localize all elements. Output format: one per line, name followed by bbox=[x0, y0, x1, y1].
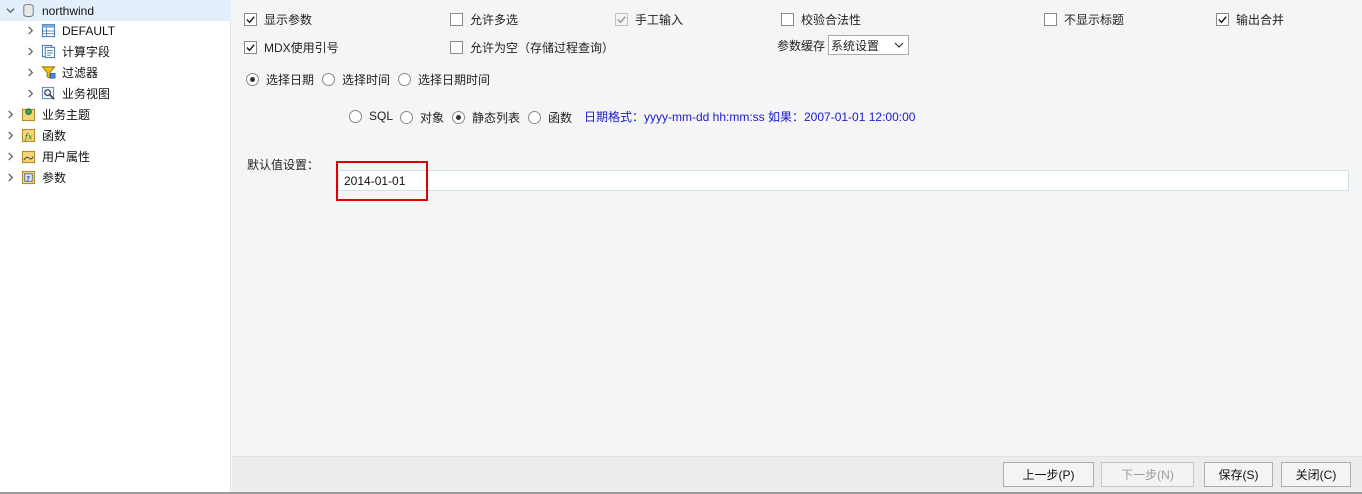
chevron-right-icon[interactable] bbox=[4, 109, 16, 121]
param-cache-select[interactable]: 系统设置 bbox=[828, 35, 909, 55]
save-button[interactable]: 保存(S) bbox=[1204, 462, 1273, 487]
source-radio-function[interactable]: 函数 bbox=[528, 109, 572, 126]
allow-empty-checkbox[interactable]: 允许为空（存储过程查询） bbox=[450, 39, 614, 56]
svg-text:fx: fx bbox=[23, 132, 32, 142]
tree-item-northwind[interactable]: northwind bbox=[0, 0, 231, 21]
radio-circle[interactable] bbox=[322, 73, 335, 86]
radio-circle[interactable] bbox=[452, 111, 465, 124]
mdx-quote-checkbox[interactable]: MDX使用引号 bbox=[244, 39, 339, 56]
param-settings-panel: 显示参数 允许多选 手工输入 校验合法性 不显示标题 输出合并 MDX使用引号 bbox=[232, 0, 1362, 456]
chevron-right-icon[interactable] bbox=[24, 67, 36, 79]
next-button[interactable]: 下一步(N) bbox=[1101, 462, 1194, 487]
database-icon bbox=[20, 3, 36, 19]
param-cache-label: 参数缓存 bbox=[777, 38, 826, 53]
svg-text:?: ? bbox=[26, 174, 30, 182]
filter-icon bbox=[40, 65, 56, 81]
show-param-checkbox[interactable]: 显示参数 bbox=[244, 11, 312, 28]
tree-item-label: DEFAULT bbox=[62, 23, 116, 38]
chevron-right-icon[interactable] bbox=[24, 88, 36, 100]
tree-item-param[interactable]: ? 参数 bbox=[0, 167, 231, 188]
footer-button-bar: 上一步(P) 下一步(N) 保存(S) 关闭(C) bbox=[232, 456, 1362, 494]
hide-title-checkbox[interactable]: 不显示标题 bbox=[1044, 11, 1124, 28]
chevron-right-icon[interactable] bbox=[4, 172, 16, 184]
checkbox-box[interactable] bbox=[1044, 13, 1057, 26]
date-format-hint: 日期格式：yyyy-mm-dd hh:mm:ss 如果：2007-01-01 1… bbox=[584, 109, 916, 124]
source-radio-sql[interactable]: SQL bbox=[349, 109, 393, 123]
tree-item-label: 参数 bbox=[42, 171, 67, 185]
chevron-down-icon[interactable] bbox=[4, 5, 16, 17]
checkbox-box[interactable] bbox=[450, 13, 463, 26]
tree-item-label: 过滤器 bbox=[62, 66, 99, 80]
tree-item-label: 用户属性 bbox=[42, 150, 91, 164]
user-attr-icon bbox=[20, 149, 36, 165]
tree-item-label: 业务主题 bbox=[42, 108, 91, 122]
tree-item-business-topic[interactable]: 业务主题 bbox=[0, 104, 231, 125]
radio-circle[interactable] bbox=[349, 109, 362, 123]
validate-checkbox[interactable]: 校验合法性 bbox=[781, 11, 861, 28]
checkbox-box[interactable] bbox=[244, 13, 257, 26]
default-value-label: 默认值设置： bbox=[247, 157, 320, 172]
allow-multi-checkbox[interactable]: 允许多选 bbox=[450, 11, 518, 28]
checkbox-box[interactable] bbox=[781, 13, 794, 26]
tree-item-user-attr[interactable]: 用户属性 bbox=[0, 146, 231, 167]
default-value-input[interactable] bbox=[338, 170, 1349, 191]
chevron-right-icon[interactable] bbox=[4, 130, 16, 142]
manual-input-checkbox[interactable]: 手工输入 bbox=[615, 11, 683, 28]
tree-item-filter[interactable]: 过滤器 bbox=[0, 62, 231, 83]
date-mode-radio-date[interactable]: 选择日期 bbox=[246, 71, 314, 88]
param-cache-value: 系统设置 bbox=[831, 38, 880, 53]
sidebar-tree: northwind DEFAULT 计算字段 过滤器 业务视图 业务主题 fx … bbox=[0, 0, 231, 494]
date-mode-radio-time[interactable]: 选择时间 bbox=[322, 71, 390, 88]
source-radio-static-list[interactable]: 静态列表 bbox=[452, 109, 520, 126]
calc-field-icon bbox=[40, 44, 56, 60]
merge-output-checkbox[interactable]: 输出合并 bbox=[1216, 11, 1284, 28]
tree-item-label: northwind bbox=[42, 3, 95, 18]
chevron-right-icon[interactable] bbox=[4, 151, 16, 163]
tree-item-label: 函数 bbox=[42, 129, 67, 143]
tree-item-label: 业务视图 bbox=[62, 87, 111, 101]
chevron-right-icon[interactable] bbox=[24, 46, 36, 58]
prev-button[interactable]: 上一步(P) bbox=[1003, 462, 1094, 487]
chevron-down-icon bbox=[894, 42, 904, 48]
business-view-icon bbox=[40, 86, 56, 102]
function-icon: fx bbox=[20, 128, 36, 144]
tree-item-function[interactable]: fx 函数 bbox=[0, 125, 231, 146]
table-icon bbox=[40, 23, 56, 39]
chevron-right-icon[interactable] bbox=[24, 25, 36, 37]
radio-circle[interactable] bbox=[400, 111, 413, 124]
tree-item-label: 计算字段 bbox=[62, 45, 111, 59]
source-radio-object[interactable]: 对象 bbox=[400, 109, 444, 126]
radio-circle[interactable] bbox=[246, 73, 259, 86]
tree-item-default[interactable]: DEFAULT bbox=[0, 20, 231, 41]
tree-item-calc-field[interactable]: 计算字段 bbox=[0, 41, 231, 62]
checkbox-box[interactable] bbox=[450, 41, 463, 54]
date-mode-radio-datetime[interactable]: 选择日期时间 bbox=[398, 71, 490, 88]
window: northwind DEFAULT 计算字段 过滤器 业务视图 业务主题 fx … bbox=[0, 0, 1362, 494]
radio-circle[interactable] bbox=[398, 73, 411, 86]
radio-circle[interactable] bbox=[528, 111, 541, 124]
tree-item-business-view[interactable]: 业务视图 bbox=[0, 83, 231, 104]
close-button[interactable]: 关闭(C) bbox=[1281, 462, 1351, 487]
param-icon: ? bbox=[20, 170, 36, 186]
checkbox-box[interactable] bbox=[244, 41, 257, 54]
checkbox-box[interactable] bbox=[615, 13, 628, 26]
checkbox-box[interactable] bbox=[1216, 13, 1229, 26]
business-topic-icon bbox=[20, 107, 36, 123]
